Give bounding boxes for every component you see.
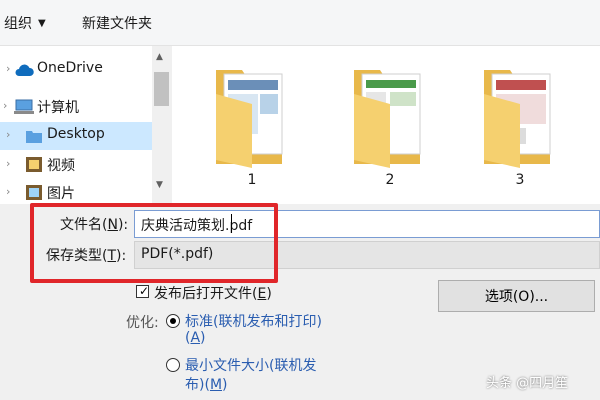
min-size-option-line2[interactable]: 布)(M): [185, 374, 228, 394]
checkmark-icon: ✓: [139, 284, 150, 298]
nav-label: Desktop: [47, 126, 105, 142]
nav-item-desktop[interactable]: › Desktop: [0, 122, 152, 150]
highlight-box: [30, 203, 278, 283]
radio-selected-dot: [170, 318, 176, 324]
open-after-publish-text: 发布后打开文件(: [154, 286, 258, 302]
expand-arrow-icon[interactable]: ›: [3, 99, 7, 112]
organize-label: 组织: [4, 16, 32, 32]
folder-name: 3: [515, 172, 525, 188]
scroll-up-icon[interactable]: ▲: [156, 52, 163, 62]
min-size-paren-open: 布)(: [185, 377, 210, 393]
standard-radio[interactable]: [166, 314, 180, 328]
folder-name: 1: [247, 172, 257, 188]
nav-label: 计算机: [37, 100, 79, 116]
options-button[interactable]: 选项(O)...: [438, 280, 595, 312]
video-folder-icon: [26, 157, 42, 172]
navigation-pane: › OneDrive › 计算机 › Desktop › 视频 › 图片: [0, 46, 172, 204]
min-size-paren-close: ): [222, 377, 228, 393]
folder-icon: [26, 131, 42, 143]
new-folder-button[interactable]: 新建文件夹: [82, 13, 152, 33]
folder-thumbnail-icon: [216, 70, 283, 168]
expand-arrow-icon[interactable]: ›: [6, 157, 10, 170]
dropdown-arrow-icon: ▼: [38, 18, 46, 29]
nav-item-onedrive[interactable]: › OneDrive: [0, 56, 152, 84]
min-size-option-line1[interactable]: 最小文件大小(联机发: [185, 355, 316, 375]
expand-arrow-icon[interactable]: ›: [6, 185, 10, 198]
watermark: 头条 @四月笙: [486, 376, 569, 391]
min-size-accesskey: M: [209, 377, 223, 393]
expand-arrow-icon[interactable]: ›: [6, 128, 10, 141]
standard-option-line1[interactable]: 标准(联机发布和打印): [185, 311, 322, 331]
open-after-publish-checkbox[interactable]: ✓: [136, 284, 150, 298]
scroll-down-icon[interactable]: ▼: [156, 180, 163, 190]
cloud-icon: [15, 64, 34, 76]
folder-thumbnail-icon: [354, 70, 421, 168]
folder-item[interactable]: 3: [480, 64, 560, 194]
organize-button[interactable]: 组织 ▼: [4, 13, 46, 33]
picture-folder-icon: [26, 185, 42, 200]
open-after-publish-accesskey: E: [257, 286, 267, 302]
standard-option-line2[interactable]: (A): [185, 330, 206, 346]
command-bar: 组织 ▼ 新建文件夹: [0, 0, 600, 46]
nav-label: 视频: [47, 158, 75, 174]
standard-paren-close: ): [200, 330, 206, 346]
nav-item-computer[interactable]: › 计算机: [0, 93, 152, 121]
folder-item[interactable]: 2: [350, 64, 430, 194]
standard-accesskey: A: [190, 330, 201, 346]
open-after-publish-label[interactable]: 发布后打开文件(E): [154, 283, 272, 303]
nav-item-videos[interactable]: › 视频: [0, 151, 152, 179]
nav-label: 图片: [47, 186, 75, 202]
file-view: 1 2 3: [172, 46, 600, 204]
open-after-publish-end: ): [266, 286, 272, 302]
min-size-radio[interactable]: [166, 358, 180, 372]
folder-item[interactable]: 1: [212, 64, 292, 194]
nav-item-pictures[interactable]: › 图片: [0, 179, 152, 204]
folder-name: 2: [385, 172, 395, 188]
nav-label: OneDrive: [37, 60, 103, 76]
computer-icon: [14, 99, 34, 114]
expand-arrow-icon[interactable]: ›: [6, 62, 10, 75]
scrollbar-thumb[interactable]: [154, 72, 169, 106]
folder-thumbnail-icon: [484, 70, 551, 168]
optimize-label: 优化:: [126, 315, 159, 331]
